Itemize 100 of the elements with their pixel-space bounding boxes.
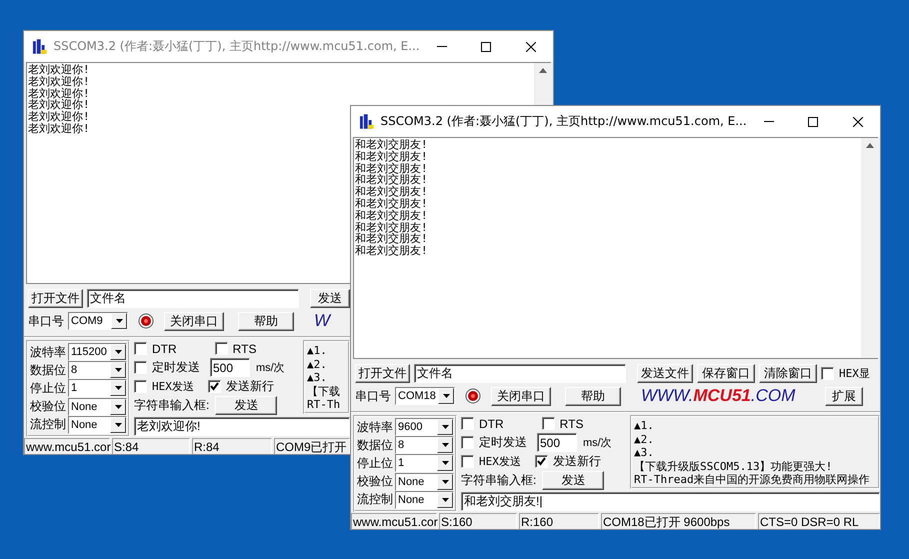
port-select[interactable]: COM9 [68, 312, 128, 330]
checkbox[interactable]: HEX发送 [134, 379, 194, 394]
file-button[interactable]: 发送 [310, 288, 350, 308]
interval-unit: ms/次 [256, 361, 285, 375]
file-button[interactable]: 保存窗口 [697, 364, 755, 382]
port-label: 串口号 [28, 312, 64, 330]
output-line: 和老刘交朋友! [355, 198, 428, 210]
setting-select[interactable]: 8 [68, 361, 127, 380]
info-line: ▲3. [634, 446, 654, 460]
scroll-up-icon[interactable] [538, 68, 546, 73]
setting-label: 流控制 [357, 491, 393, 508]
caret-icon [114, 404, 122, 409]
file-button[interactable]: 清除窗口 [759, 364, 817, 382]
checkbox[interactable]: HEX显 [821, 366, 870, 380]
setting-label: 数据位 [357, 436, 393, 454]
check-icon [210, 382, 219, 391]
help-button[interactable]: 帮助 [238, 312, 294, 330]
info-line: RT-Th [307, 398, 340, 412]
checkbox[interactable]: 发送新行 [534, 453, 601, 470]
open-file-button[interactable]: 打开文件 [28, 288, 83, 308]
checkbox[interactable]: 发送新行 [208, 378, 274, 395]
help-button[interactable]: 帮助 [565, 386, 621, 406]
caret-icon [442, 461, 448, 466]
checkbox[interactable]: RTS [214, 342, 256, 356]
file-name-field[interactable]: 文件名 [414, 364, 626, 382]
interval-field[interactable]: 500 [210, 358, 250, 377]
setting-select[interactable]: 1 [395, 454, 454, 472]
setting-label: 波特率 [357, 418, 393, 436]
send-button[interactable]: 发送 [542, 471, 604, 490]
status-cell: www.mcu51.cor [351, 513, 437, 529]
status-cell: CTS=0 DSR=0 RL [758, 513, 880, 529]
website-logo: W [314, 311, 332, 331]
output-line: 老刘欢迎你! [28, 99, 90, 112]
output-line: 和老刘交朋友! [355, 174, 428, 186]
port-label: 串口号 [355, 388, 391, 404]
status-cell: R:84 [192, 438, 272, 454]
setting-label: 波特率 [30, 344, 66, 361]
minimize-icon [764, 121, 774, 122]
checkbox[interactable]: HEX发送 [461, 454, 521, 469]
setting-label: 数据位 [30, 362, 66, 379]
checkbox[interactable]: 定时发送 [461, 434, 527, 451]
caret-icon [114, 350, 122, 354]
setting-select[interactable]: None [395, 472, 454, 491]
status-cell: S:160 [439, 513, 517, 529]
info-line: ▲1. [634, 419, 654, 432]
minimize-icon [436, 46, 447, 47]
caret-icon [114, 386, 122, 390]
caret-icon [114, 368, 122, 372]
output-line: 老刘欢迎你! [28, 111, 90, 123]
info-line: ▲2. [307, 358, 327, 371]
maximize-icon [808, 116, 818, 126]
app-icon [32, 38, 48, 54]
scroll-up-icon[interactable] [866, 143, 874, 148]
output-line: 老刘欢迎你! [28, 122, 90, 135]
output-line: 和老刘交朋友! [355, 233, 428, 246]
send-input-field[interactable]: 老刘欢迎你! [134, 417, 350, 436]
setting-select[interactable]: None [68, 398, 127, 416]
checkbox[interactable]: DTR [461, 416, 504, 430]
info-line: ▲2. [634, 432, 654, 446]
port-select[interactable]: COM18 [395, 387, 455, 405]
checkbox[interactable]: RTS [542, 416, 584, 430]
close-port-button[interactable]: 关闭串口 [164, 312, 224, 330]
expand-button[interactable]: 扩展 [825, 386, 863, 406]
send-button[interactable]: 发送 [215, 396, 278, 415]
interval-unit: ms/次 [583, 436, 612, 450]
setting-label: 流控制 [30, 416, 66, 434]
send-input-field[interactable]: 和老刘交朋友!| [461, 492, 880, 511]
window-title: SSCOM3.2 (作者:聂小猛(丁丁), 主页http://www.mcu51.com, E... [53, 38, 420, 55]
output-line: 和老刘交朋友! [355, 162, 428, 174]
check-icon [536, 457, 546, 466]
setting-select[interactable]: 8 [395, 436, 454, 454]
caret-icon [442, 443, 448, 448]
info-line: 【下载 [307, 384, 340, 398]
setting-label: 校验位 [357, 473, 393, 490]
open-file-button[interactable]: 打开文件 [355, 364, 410, 382]
interval-field[interactable]: 500 [537, 433, 577, 452]
input-label: 字符串输入框: [461, 472, 536, 489]
setting-select[interactable]: 9600 [395, 418, 454, 436]
window-title: SSCOM3.2 (作者:聂小猛(丁丁), 主页http://www.mcu51.com, E... [380, 113, 747, 130]
file-button[interactable]: 发送文件 [637, 364, 693, 382]
setting-select[interactable]: None [68, 416, 127, 434]
output-line: 和老刘交朋友! [355, 210, 428, 222]
status-cell: R:160 [519, 513, 599, 529]
setting-select[interactable]: 115200 [68, 343, 127, 362]
file-name-field[interactable]: 文件名 [87, 288, 299, 308]
checkbox[interactable]: 定时发送 [134, 359, 200, 376]
status-cell: COM18已打开 9600bps [601, 513, 756, 529]
caret-icon [442, 480, 448, 484]
status-cell: S:84 [112, 438, 190, 454]
maximize-icon [481, 42, 492, 52]
close-icon [526, 42, 536, 52]
setting-label: 校验位 [30, 398, 66, 416]
checkbox[interactable]: DTR [134, 342, 177, 356]
output-line: 和老刘交朋友! [355, 150, 428, 163]
caret-icon [442, 498, 448, 502]
setting-select[interactable]: 1 [68, 379, 127, 398]
close-port-button[interactable]: 关闭串口 [491, 386, 551, 406]
setting-select[interactable]: None [395, 490, 454, 509]
caret-icon [442, 394, 450, 398]
output-line: 老刘欢迎你! [28, 88, 90, 100]
